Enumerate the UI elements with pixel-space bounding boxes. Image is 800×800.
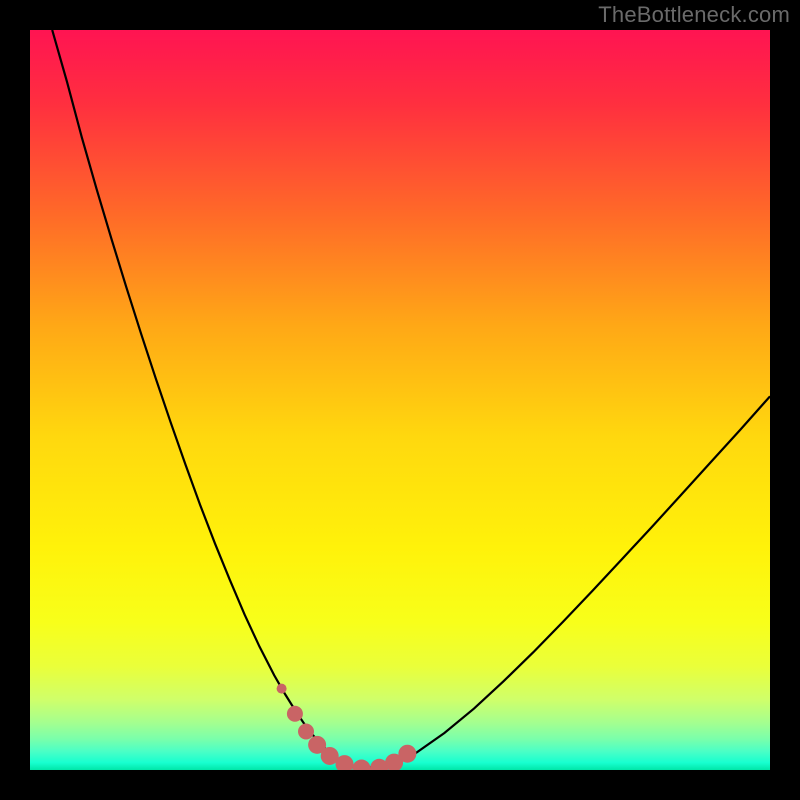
highlight-marker	[287, 706, 303, 722]
chart-frame: TheBottleneck.com	[0, 0, 800, 800]
highlight-marker	[398, 745, 416, 763]
highlight-marker	[298, 724, 314, 740]
highlight-marker	[277, 684, 287, 694]
highlight-marker	[336, 755, 354, 773]
highlight-marker	[353, 760, 371, 778]
bottleneck-chart	[0, 0, 800, 800]
plot-background	[30, 30, 770, 770]
